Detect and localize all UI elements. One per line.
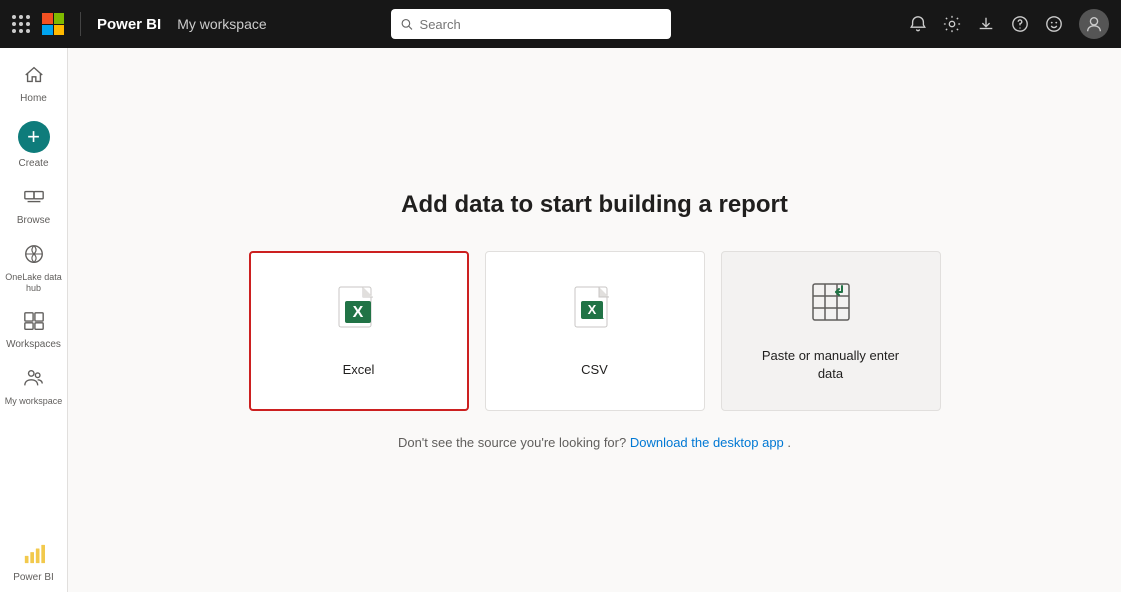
svg-text:X: X (587, 302, 596, 317)
nav-divider (80, 12, 81, 36)
sidebar-label-home: Home (20, 93, 47, 105)
excel-card-label: Excel (343, 362, 375, 377)
paste-card[interactable]: Paste or manually enterdata (721, 251, 941, 411)
browse-icon (23, 186, 45, 212)
product-name: Power BI (97, 16, 161, 33)
search-bar[interactable] (391, 9, 671, 39)
onelake-icon (23, 243, 45, 269)
hint-suffix: . (787, 435, 791, 450)
csv-icon: X a (571, 285, 619, 346)
user-avatar[interactable] (1079, 9, 1109, 39)
paste-card-label: Paste or manually enterdata (762, 347, 899, 383)
plus-icon: + (27, 126, 40, 148)
microsoft-logo[interactable] (42, 13, 64, 35)
sidebar-item-workspaces[interactable]: Workspaces (0, 302, 67, 359)
search-input[interactable] (420, 17, 662, 32)
sidebar-item-browse[interactable]: Browse (0, 178, 67, 235)
settings-icon[interactable] (943, 15, 961, 33)
download-icon[interactable] (977, 15, 995, 33)
ms-squares (42, 13, 64, 35)
workspace-name[interactable]: My workspace (177, 16, 266, 32)
powerbi-icon (23, 543, 45, 569)
sidebar-item-create[interactable]: + Create (0, 113, 67, 178)
app-grid-icon[interactable] (12, 15, 30, 33)
data-source-cards: X Excel X a (249, 251, 941, 411)
home-icon (23, 64, 45, 90)
help-icon[interactable] (1011, 15, 1029, 33)
bottom-hint: Don't see the source you're looking for?… (398, 435, 791, 450)
smiley-icon[interactable] (1045, 15, 1063, 33)
paste-icon (807, 278, 855, 331)
hint-text: Don't see the source you're looking for? (398, 435, 626, 450)
sidebar-item-powerbi[interactable]: Power BI (0, 535, 67, 592)
csv-card-label: CSV (581, 362, 608, 377)
excel-icon: X (335, 285, 383, 346)
csv-card[interactable]: X a CSV (485, 251, 705, 411)
notifications-icon[interactable] (909, 15, 927, 33)
search-icon (401, 18, 413, 31)
create-button[interactable]: + (18, 121, 50, 153)
sidebar-item-onelake[interactable]: OneLake data hub (0, 235, 67, 302)
sidebar-label-onelake: OneLake data hub (4, 272, 63, 294)
topnav: Power BI My workspace (0, 0, 1121, 48)
main-content: Add data to start building a report X (68, 48, 1121, 592)
sidebar-label-browse: Browse (17, 215, 50, 227)
sidebar-label-create: Create (18, 158, 48, 170)
topnav-icon-group (909, 9, 1109, 39)
sidebar-label-workspaces: Workspaces (6, 339, 61, 351)
sidebar-item-home[interactable]: Home (0, 56, 67, 113)
sidebar: Home + Create Browse (0, 48, 68, 592)
my-workspace-icon (23, 367, 45, 393)
svg-text:X: X (352, 304, 363, 321)
sidebar-label-powerbi: Power BI (13, 572, 54, 584)
excel-card[interactable]: X Excel (249, 251, 469, 411)
sidebar-item-my-workspace[interactable]: My workspace (0, 359, 67, 415)
desktop-app-link[interactable]: Download the desktop app (630, 435, 784, 450)
workspaces-icon (23, 310, 45, 336)
page-title: Add data to start building a report (401, 191, 788, 219)
sidebar-label-my-workspace: My workspace (5, 396, 63, 407)
main-layout: Home + Create Browse (0, 48, 1121, 592)
